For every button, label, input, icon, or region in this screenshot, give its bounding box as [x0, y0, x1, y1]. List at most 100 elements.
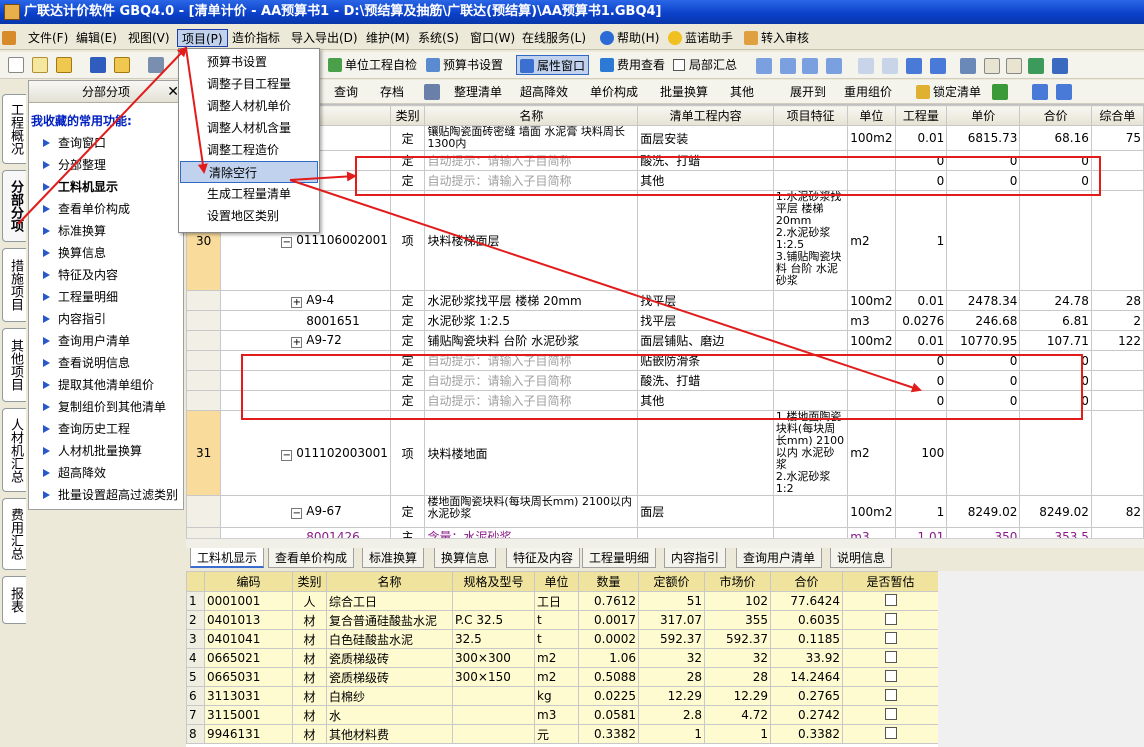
- resource-cell[interactable]: 0665031: [204, 667, 293, 687]
- resource-cell[interactable]: 0.7612: [578, 591, 639, 611]
- resource-row[interactable]: 6 3113031 材白棉纱 kg 0.0225 12.29 12.29 0.2765: [186, 686, 939, 706]
- cell-comp[interactable]: [1090, 350, 1144, 371]
- resource-row[interactable]: 5 0665031 材瓷质梯级砖 300×150 m2 0.5088 28 28 14.2464: [186, 667, 939, 687]
- app-menu-icon[interactable]: [2, 29, 20, 47]
- menu-window[interactable]: 窗口(W): [466, 29, 519, 47]
- resource-cell[interactable]: 3113031: [204, 686, 293, 706]
- resource-cell[interactable]: 9946131: [204, 724, 293, 744]
- panel-item[interactable]: 内容指引: [29, 308, 183, 330]
- panel-item[interactable]: 查询用户清单: [29, 330, 183, 352]
- table-row[interactable]: 8001651 定水泥砂浆 1:2.5 找平层 m3 0.0276 246.68 6.81 2: [186, 310, 1144, 331]
- menu-audit[interactable]: 转入审核: [740, 29, 813, 47]
- resource-cell[interactable]: 复合普通硅酸盐水泥: [326, 610, 453, 630]
- resource-cell[interactable]: 瓷质梯级砖: [326, 648, 453, 668]
- menu-item-project-4[interactable]: 调整工程造价: [179, 139, 319, 161]
- query-button[interactable]: 查询: [334, 82, 358, 102]
- column-header[interactable]: 单位: [534, 571, 579, 592]
- column-header[interactable]: 规格及型号: [452, 571, 535, 592]
- provisional-cell[interactable]: [842, 610, 939, 630]
- panel-item[interactable]: 超高降效: [29, 462, 183, 484]
- save-icon[interactable]: [90, 57, 106, 73]
- budget-settings-button[interactable]: 预算书设置: [426, 55, 503, 75]
- cell-type[interactable]: 项: [389, 410, 426, 496]
- cell-type[interactable]: 项: [389, 190, 426, 291]
- cell-name[interactable]: 块料楼梯面层: [424, 190, 639, 291]
- cell-feature[interactable]: 1.楼地面陶瓷块料(每块周长mm) 2100以内 水泥砂浆 2.水泥砂浆 1:2: [772, 410, 849, 496]
- column-header[interactable]: 工程量: [894, 105, 948, 126]
- resource-cell[interactable]: 5: [186, 667, 205, 687]
- provisional-checkbox[interactable]: [884, 707, 897, 720]
- cell-unit[interactable]: 100m2: [847, 290, 896, 311]
- resource-cell[interactable]: 材: [292, 648, 327, 668]
- column-header[interactable]: 单位: [847, 105, 896, 126]
- column-header[interactable]: 名称: [326, 571, 453, 592]
- resource-cell[interactable]: 白棉纱: [326, 686, 453, 706]
- resource-cell[interactable]: [452, 705, 535, 725]
- resource-cell[interactable]: 12.29: [704, 686, 771, 706]
- cell-unit[interactable]: m3: [847, 527, 896, 538]
- resource-cell[interactable]: 水: [326, 705, 453, 725]
- reuse-pricing-button[interactable]: 重用组价: [844, 82, 892, 102]
- detail-tab[interactable]: 工料机显示: [190, 548, 265, 568]
- menu-file[interactable]: 文件(F): [24, 29, 72, 47]
- resource-cell[interactable]: 0.0017: [578, 610, 639, 630]
- cell-comp[interactable]: 28: [1090, 290, 1144, 311]
- menu-item-project-1[interactable]: 调整子目工程量: [179, 73, 319, 95]
- detail-tab[interactable]: 工程量明细: [582, 548, 657, 568]
- cell-feature[interactable]: [772, 330, 849, 351]
- cell-num[interactable]: 31: [186, 410, 222, 496]
- panel-item[interactable]: 批量设置超高过滤类别: [29, 484, 183, 506]
- resource-cell[interactable]: 0.0581: [578, 705, 639, 725]
- cell-price[interactable]: 246.68: [946, 310, 1021, 331]
- resource-cell[interactable]: m2: [534, 667, 579, 687]
- menu-edit[interactable]: 编辑(E): [72, 29, 121, 47]
- cell-qty[interactable]: 0.0276: [894, 310, 948, 331]
- cell-type[interactable]: 主: [389, 527, 426, 538]
- resource-cell[interactable]: 0.0002: [578, 629, 639, 649]
- resource-cell[interactable]: 14.2464: [770, 667, 843, 687]
- column-header[interactable]: 编码: [204, 571, 293, 592]
- panel-item[interactable]: 人材机批量换算: [29, 440, 183, 462]
- table-row[interactable]: + A9-72 定铺贴陶瓷块料 台阶 水泥砂浆 面层铺贴、磨边 100m2 0.01 107…: [186, 330, 1144, 351]
- resource-cell[interactable]: 材: [292, 705, 327, 725]
- up-arrow-icon[interactable]: [1032, 84, 1048, 100]
- resource-cell[interactable]: 102: [704, 591, 771, 611]
- cell-code[interactable]: 8001426: [220, 527, 391, 538]
- cell-num[interactable]: [186, 330, 222, 351]
- resource-cell[interactable]: P.C 32.5: [452, 610, 535, 630]
- detail-tab[interactable]: 查看单价构成: [268, 548, 355, 568]
- panel-item[interactable]: 查看单价构成: [29, 198, 183, 220]
- folder-icon[interactable]: [114, 57, 130, 73]
- collapse-icon[interactable]: −: [281, 237, 293, 248]
- panel-item[interactable]: 特征及内容: [29, 264, 183, 286]
- cell-feature[interactable]: [772, 527, 849, 538]
- provisional-checkbox[interactable]: [884, 669, 897, 682]
- cell-type[interactable]: 定: [389, 310, 426, 331]
- cut-icon[interactable]: [148, 57, 164, 73]
- cell-price[interactable]: 2478.34: [946, 290, 1021, 311]
- window-icon[interactable]: [1052, 58, 1068, 74]
- resource-cell[interactable]: 工日: [534, 591, 579, 611]
- column-header[interactable]: 项目特征: [772, 105, 849, 126]
- provisional-cell[interactable]: [842, 667, 939, 687]
- detail-tab[interactable]: 内容指引: [664, 548, 727, 568]
- panel-item[interactable]: 提取其他清单组价: [29, 374, 183, 396]
- detail-tab[interactable]: 查询用户清单: [736, 548, 823, 568]
- cell-content[interactable]: 面层: [637, 495, 774, 528]
- cell-content[interactable]: 找平层: [637, 310, 774, 331]
- table-row[interactable]: 30−011106002001 项块料楼梯面层 1.水泥砂浆找平层 楼梯 20mm …: [186, 190, 1144, 291]
- tab-other-items[interactable]: 其他项目: [2, 328, 26, 402]
- resource-cell[interactable]: 300×300: [452, 648, 535, 668]
- fee-view-button[interactable]: 费用查看: [600, 55, 665, 75]
- resource-cell[interactable]: 0.0225: [578, 686, 639, 706]
- column-header[interactable]: 是否暂估: [842, 571, 939, 592]
- cell-feature[interactable]: [772, 290, 849, 311]
- cell-name[interactable]: 水泥砂浆 1:2.5: [424, 310, 639, 331]
- resource-cell[interactable]: 3: [186, 629, 205, 649]
- cell-total[interactable]: 24.78: [1019, 290, 1092, 311]
- cell-type[interactable]: 定: [389, 330, 426, 351]
- cell-qty[interactable]: 100: [894, 410, 948, 496]
- provisional-cell[interactable]: [842, 591, 939, 611]
- cell-name[interactable]: 含量：水泥砂浆: [424, 527, 639, 538]
- height-reduction-button[interactable]: 超高降效: [520, 82, 568, 102]
